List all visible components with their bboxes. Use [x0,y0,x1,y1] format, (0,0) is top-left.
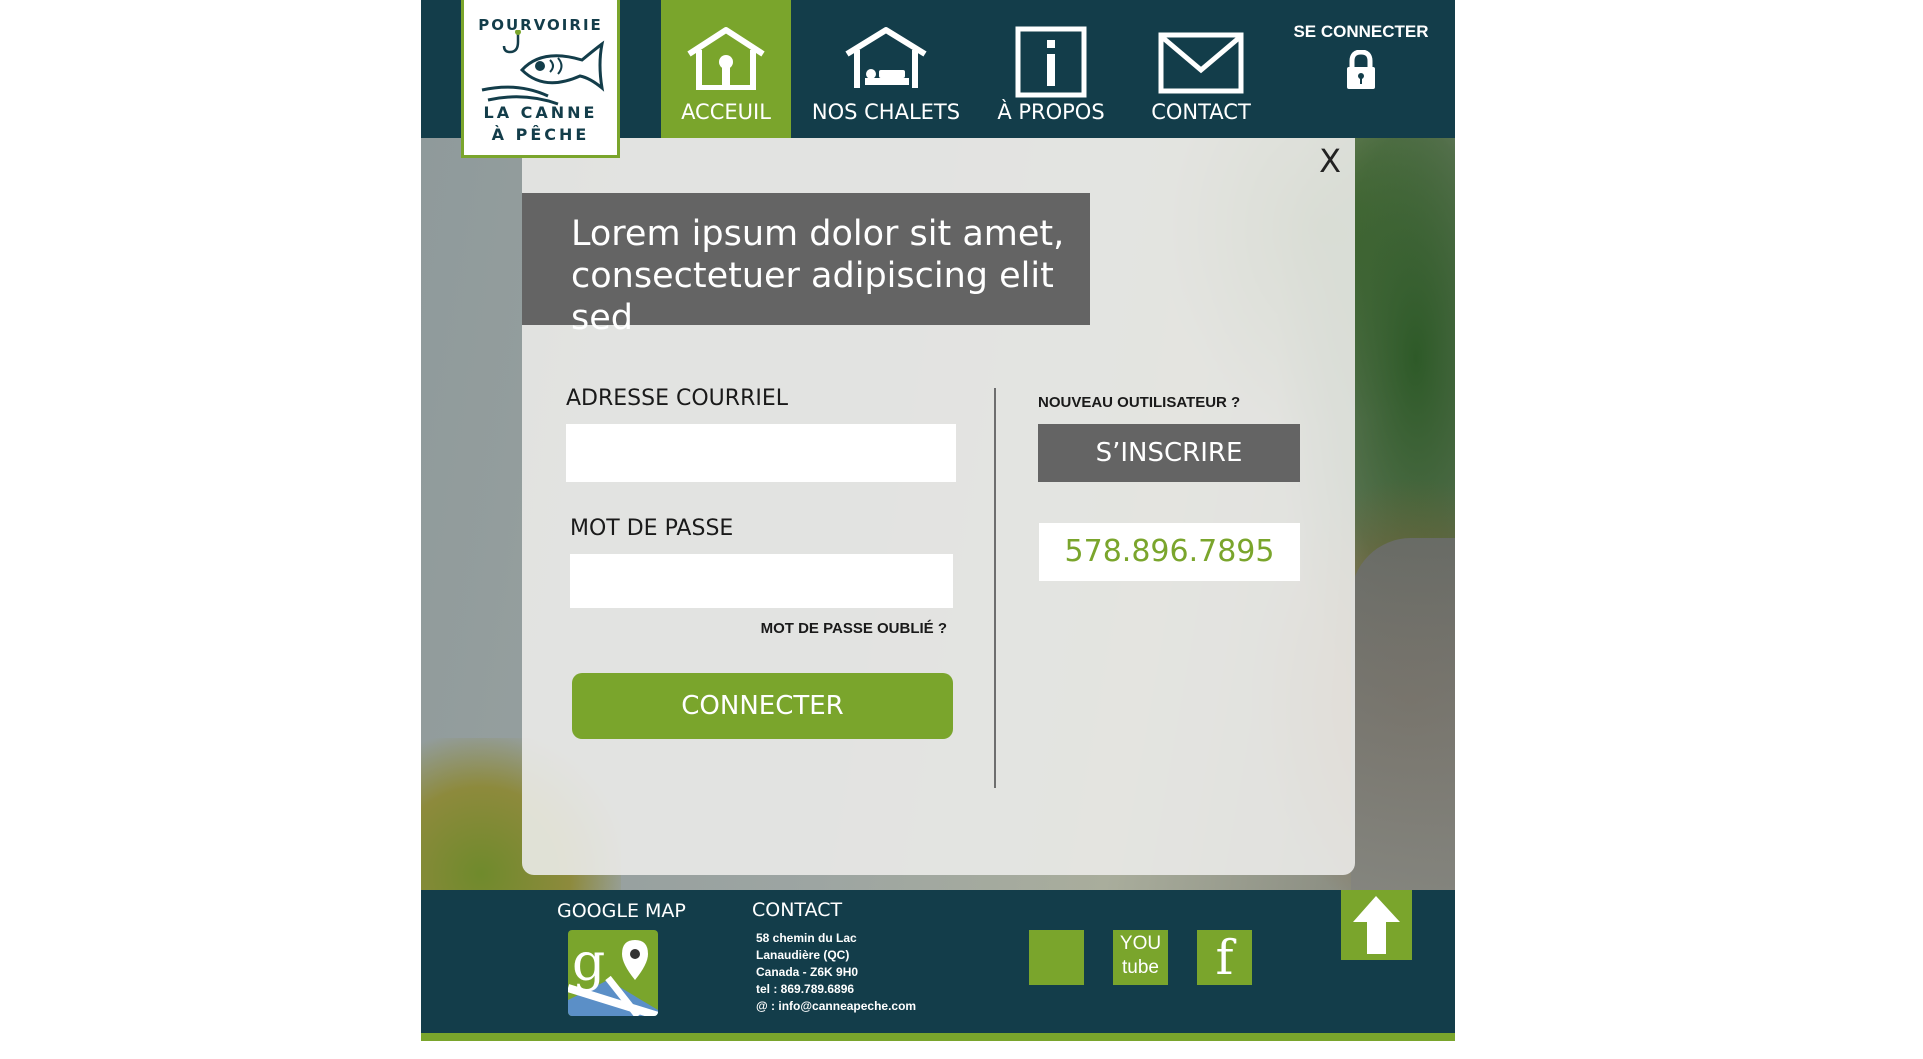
divider [994,388,996,788]
modal-title: Lorem ipsum dolor sit amet, consectetuer… [522,193,1090,338]
contact-address: 58 chemin du Lac Lanaudière (QC) Canada … [756,930,916,1015]
social-button[interactable] [1029,930,1084,985]
login-modal: X Lorem ipsum dolor sit amet, consectetu… [522,138,1355,875]
email-field[interactable] [566,424,956,482]
contact-title: CONTACT [752,899,843,921]
google-map-icon[interactable]: g [568,930,658,1016]
nav-label-contact: CONTACT [1151,100,1251,124]
envelope-icon [1158,32,1244,94]
site: POURVOIRIE LA CANNE À PÊCHE ACCEUIL NOS … [421,0,1455,1041]
nav-item-nos-chalets[interactable]: NOS CHALETS [811,0,961,138]
scroll-to-top-button[interactable] [1341,890,1412,960]
fish-hook-logo-icon [481,30,605,106]
login-label: SE CONNECTER [1293,22,1429,41]
facebook-icon[interactable]: f [1197,930,1252,986]
logo-line-1: LA CANNE [483,103,598,122]
bed-icon [845,27,927,88]
nav-label-a-propos: À PROPOS [997,100,1105,124]
forgot-password-link[interactable]: MOT DE PASSE OUBLIÉ ? [761,620,947,637]
nav-item-contact[interactable]: CONTACT [1141,0,1261,138]
close-icon[interactable]: X [1319,142,1341,180]
arrow-up-icon [1353,896,1400,954]
info-icon [1015,26,1087,98]
header: POURVOIRIE LA CANNE À PÊCHE ACCEUIL NOS … [421,0,1455,158]
password-field[interactable] [570,554,953,608]
address-line: 58 chemin du Lac [756,931,857,945]
house-icon [687,27,765,90]
signup-button[interactable]: S’INSCRIRE [1038,424,1300,482]
address-line: Lanaudière (QC) [756,948,850,962]
phone-number: 578.896.7895 [1039,523,1300,581]
footer-edge [421,1033,1455,1041]
address-email: @ : info@canneapeche.com [756,999,917,1013]
login-link[interactable]: SE CONNECTER [1276,22,1446,90]
nav-label-nos-chalets: NOS CHALETS [811,100,961,124]
svg-text:g: g [572,933,605,993]
nav-label-acceuil: ACCEUIL [681,100,771,124]
new-user-label: NOUVEAU OUTILISATEUR ? [1038,394,1241,411]
connect-button[interactable]: CONNECTER [572,673,953,739]
youtube-icon[interactable]: YOU tube [1113,930,1168,985]
nav-item-a-propos[interactable]: À PROPOS [991,0,1111,138]
email-label: ADRESSE COURRIEL [566,386,788,411]
password-label: MOT DE PASSE [570,516,734,541]
google-map-title: GOOGLE MAP [557,900,686,922]
lock-icon [1347,50,1375,89]
address-phone: tel : 869.789.6896 [756,982,855,996]
nav-item-acceuil[interactable]: ACCEUIL [661,0,791,138]
address-line: Canada - Z6K 9H0 [756,965,859,979]
logo[interactable]: POURVOIRIE LA CANNE À PÊCHE [461,0,620,158]
footer: GOOGLE MAP g CONTACT 58 chemin du Lac La… [421,890,1455,1040]
logo-line-2: À PÊCHE [491,125,590,144]
